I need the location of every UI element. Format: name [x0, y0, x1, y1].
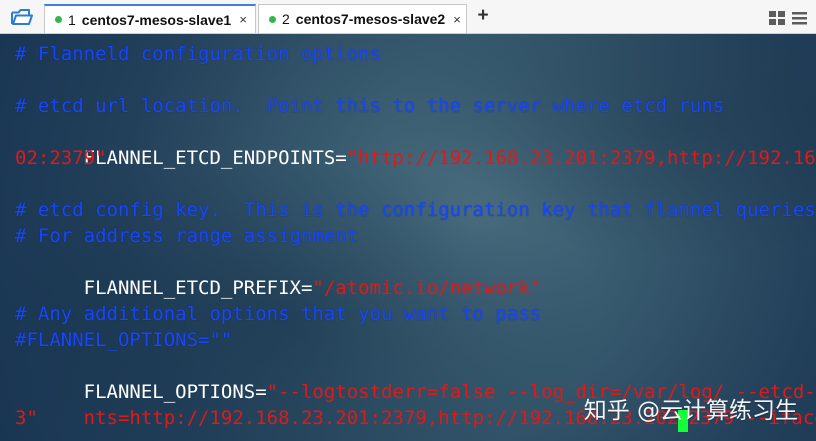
config-value: "/atomic.io/network" — [312, 277, 542, 299]
tab-centos7-mesos-slave1[interactable]: 1 centos7-mesos-slave1 × — [44, 4, 256, 33]
terminal-line-comment: # Any additional options that you want t… — [15, 303, 542, 325]
terminal-line-comment: # etcd config key. This is the configura… — [15, 199, 816, 221]
tab-label: centos7-mesos-slave1 — [81, 11, 232, 28]
tab-number: 1 — [68, 11, 76, 28]
terminal-line-comment: #FLANNEL_OPTIONS="" — [15, 329, 233, 351]
tab-label: centos7-mesos-slave2 — [295, 11, 446, 27]
folder-open-icon — [11, 9, 33, 25]
connected-status-dot — [269, 15, 276, 23]
terminal-app-window: 1 centos7-mesos-slave1 × 2 centos7-mesos… — [0, 0, 816, 441]
close-tab-icon[interactable]: × — [445, 13, 461, 26]
terminal-line-assignment: FLANNEL_ETCD_ENDPOINTS="http://192.168.2… — [15, 119, 816, 169]
terminal-line-assignment: FLANNEL_ETCD_PREFIX="/atomic.io/network" — [15, 249, 542, 299]
config-key: FLANNEL_ETCD_PREFIX= — [83, 277, 313, 299]
config-key: FLANNEL_ETCD_ENDPOINTS= — [83, 147, 347, 169]
terminal-line-comment: # etcd url location. Point this to the s… — [15, 95, 725, 117]
terminal-line-comment: # Flanneld configuration options — [15, 43, 382, 65]
tab-centos7-mesos-slave2[interactable]: 2 centos7-mesos-slave2 × — [258, 4, 467, 33]
watermark-text: 知乎 @云计算练习生 — [583, 398, 798, 424]
add-tab-button[interactable]: + — [474, 6, 492, 26]
menu-list-icon — [792, 12, 807, 25]
close-tab-icon[interactable]: × — [231, 13, 247, 26]
terminal-output[interactable]: # Flanneld configuration options # etcd … — [0, 34, 816, 441]
terminal-line-comment: # For address range assignment — [15, 225, 359, 247]
session-tab-bar: 1 centos7-mesos-slave1 × 2 centos7-mesos… — [0, 0, 816, 34]
tab-list-button[interactable] — [768, 7, 808, 29]
terminal-line-string: 02:2379" — [15, 147, 107, 169]
terminal-line-string: 3" — [15, 407, 38, 429]
config-value: "http://192.168.23.201:2379,http://192.1… — [346, 147, 816, 169]
tab-number: 2 — [282, 11, 290, 27]
folder-open-button[interactable] — [8, 6, 36, 28]
tab-list-icon — [769, 11, 785, 25]
terminal-line-assignment: FLANNEL_OPTIONS="--logtostderr=false --l… — [15, 353, 816, 403]
connected-status-dot — [55, 16, 62, 23]
